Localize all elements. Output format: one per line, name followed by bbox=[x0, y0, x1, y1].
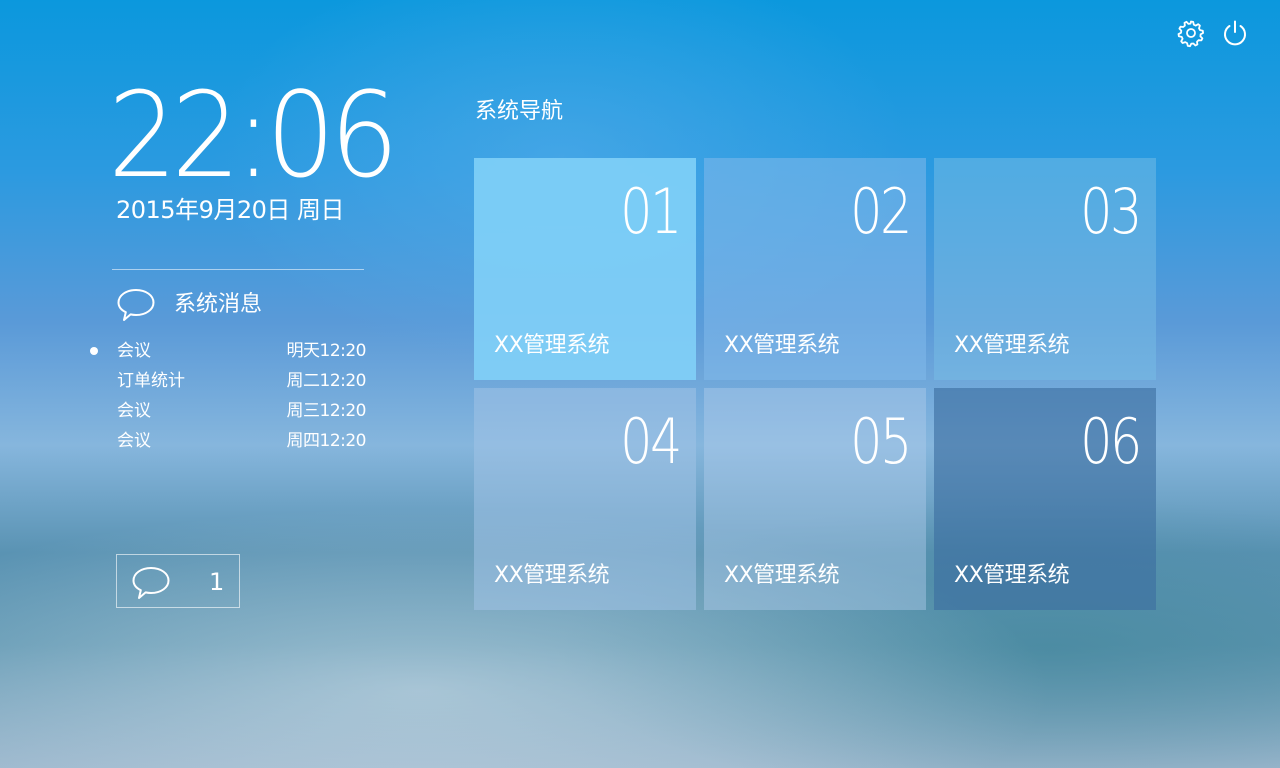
power-button[interactable] bbox=[1220, 18, 1250, 48]
message-label: 会议 bbox=[117, 341, 151, 361]
messages-title: 系统消息 bbox=[174, 292, 263, 317]
nav-tile-03[interactable]: 03 XX管理系统 bbox=[934, 158, 1156, 380]
tile-number: 04 bbox=[620, 405, 682, 478]
divider bbox=[112, 269, 364, 270]
tile-number: 06 bbox=[1080, 405, 1142, 478]
tile-number: 02 bbox=[850, 175, 912, 248]
message-label: 会议 bbox=[117, 401, 151, 421]
message-time: 明天12:20 bbox=[286, 341, 367, 361]
nav-tiles: 01 XX管理系统 02 XX管理系统 03 XX管理系统 04 XX管理系统 … bbox=[474, 158, 1156, 610]
message-time: 周四12:20 bbox=[286, 431, 367, 451]
chat-bubble-icon bbox=[132, 567, 170, 599]
nav-tile-02[interactable]: 02 XX管理系统 bbox=[704, 158, 926, 380]
clock-time: 22:06 bbox=[108, 66, 399, 204]
message-counter-button[interactable]: 1 bbox=[116, 554, 240, 608]
tile-number: 05 bbox=[850, 405, 912, 478]
nav-tile-01[interactable]: 01 XX管理系统 bbox=[474, 158, 696, 380]
unread-dot bbox=[90, 347, 98, 355]
tile-number: 03 bbox=[1080, 175, 1142, 248]
message-time: 周三12:20 bbox=[286, 401, 367, 421]
gear-icon bbox=[1177, 20, 1204, 48]
tile-label: XX管理系统 bbox=[724, 563, 840, 588]
message-item[interactable]: 订单统计 周二12:20 bbox=[88, 366, 366, 396]
message-time: 周二12:20 bbox=[286, 371, 367, 391]
tile-label: XX管理系统 bbox=[954, 563, 1070, 588]
tile-label: XX管理系统 bbox=[724, 333, 840, 358]
messages-header: 系统消息 bbox=[116, 287, 262, 323]
message-item[interactable]: 会议 周三12:20 bbox=[88, 396, 366, 426]
tile-label: XX管理系统 bbox=[494, 333, 610, 358]
tile-label: XX管理系统 bbox=[954, 333, 1070, 358]
settings-button[interactable] bbox=[1176, 18, 1206, 48]
clock-date: 2015年9月20日 周日 bbox=[116, 196, 345, 224]
chat-bubble-icon bbox=[117, 289, 155, 321]
message-item[interactable]: 会议 周四12:20 bbox=[88, 426, 366, 456]
message-item[interactable]: 会议 明天12:20 bbox=[88, 336, 366, 366]
nav-tile-05[interactable]: 05 XX管理系统 bbox=[704, 388, 926, 610]
nav-tile-06[interactable]: 06 XX管理系统 bbox=[934, 388, 1156, 610]
top-toolbar bbox=[1176, 18, 1250, 48]
nav-title: 系统导航 bbox=[475, 99, 564, 124]
nav-tile-04[interactable]: 04 XX管理系统 bbox=[474, 388, 696, 610]
message-label: 会议 bbox=[117, 431, 151, 451]
power-icon bbox=[1224, 20, 1246, 46]
tile-number: 01 bbox=[620, 175, 682, 248]
messages-list: 会议 明天12:20 订单统计 周二12:20 会议 周三12:20 会议 周四… bbox=[88, 336, 366, 456]
tile-label: XX管理系统 bbox=[494, 563, 610, 588]
message-label: 订单统计 bbox=[117, 371, 185, 391]
message-count: 1 bbox=[209, 568, 225, 596]
